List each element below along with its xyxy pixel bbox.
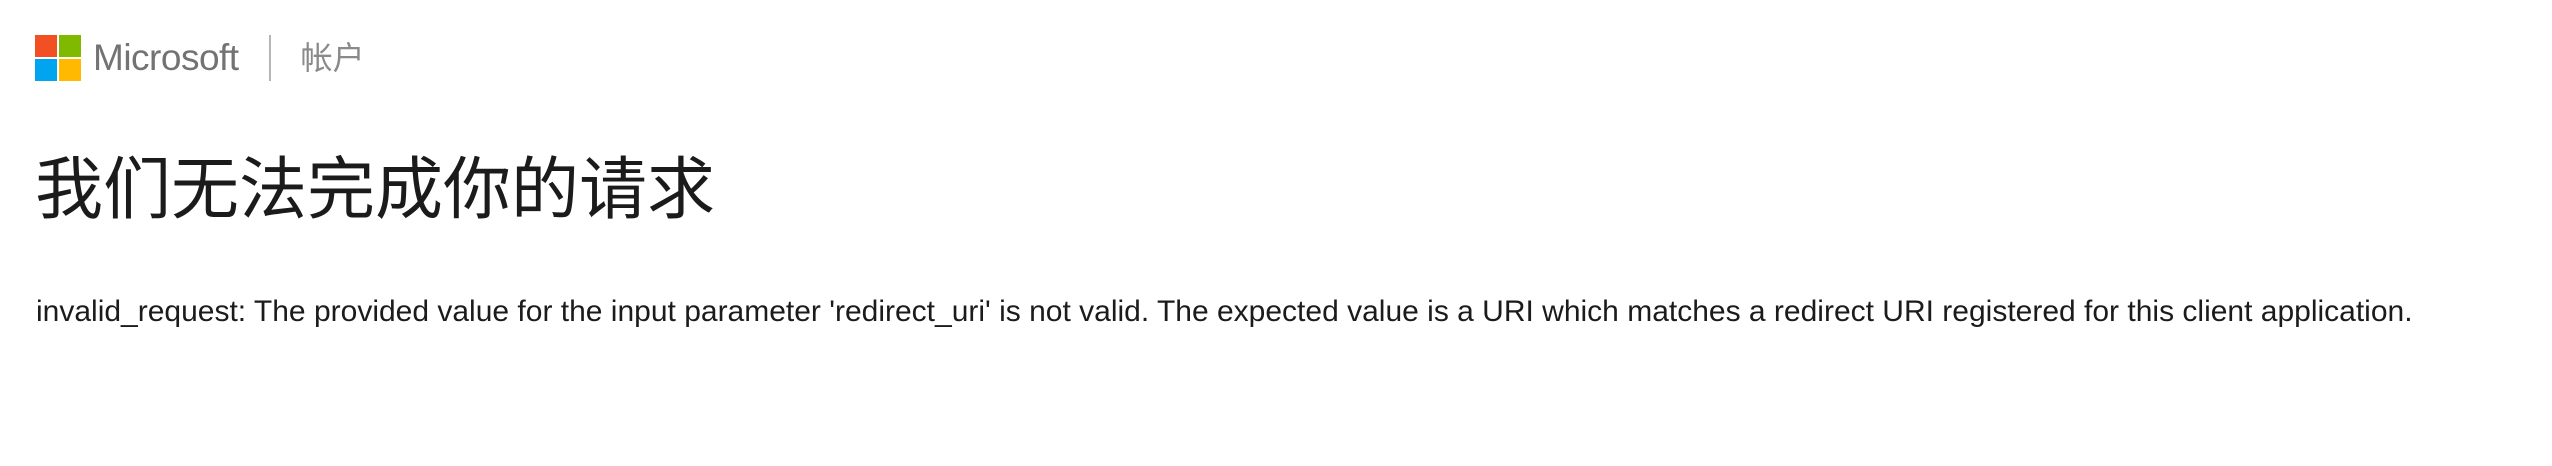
error-message: invalid_request: The provided value for … bbox=[36, 295, 2413, 328]
microsoft-logo-icon bbox=[35, 35, 81, 81]
brand-name: Microsoft bbox=[93, 37, 239, 78]
logo-square-green bbox=[59, 35, 81, 57]
logo-square-blue bbox=[35, 59, 57, 81]
logo-square-red bbox=[35, 35, 57, 57]
page-title: 我们无法完成你的请求 bbox=[35, 152, 716, 228]
header-divider bbox=[268, 35, 271, 81]
header: Microsoft 帐户 bbox=[35, 32, 365, 84]
microsoft-logo: Microsoft bbox=[35, 35, 239, 81]
logo-square-yellow bbox=[59, 59, 81, 81]
section-label: 帐户 bbox=[300, 40, 365, 76]
